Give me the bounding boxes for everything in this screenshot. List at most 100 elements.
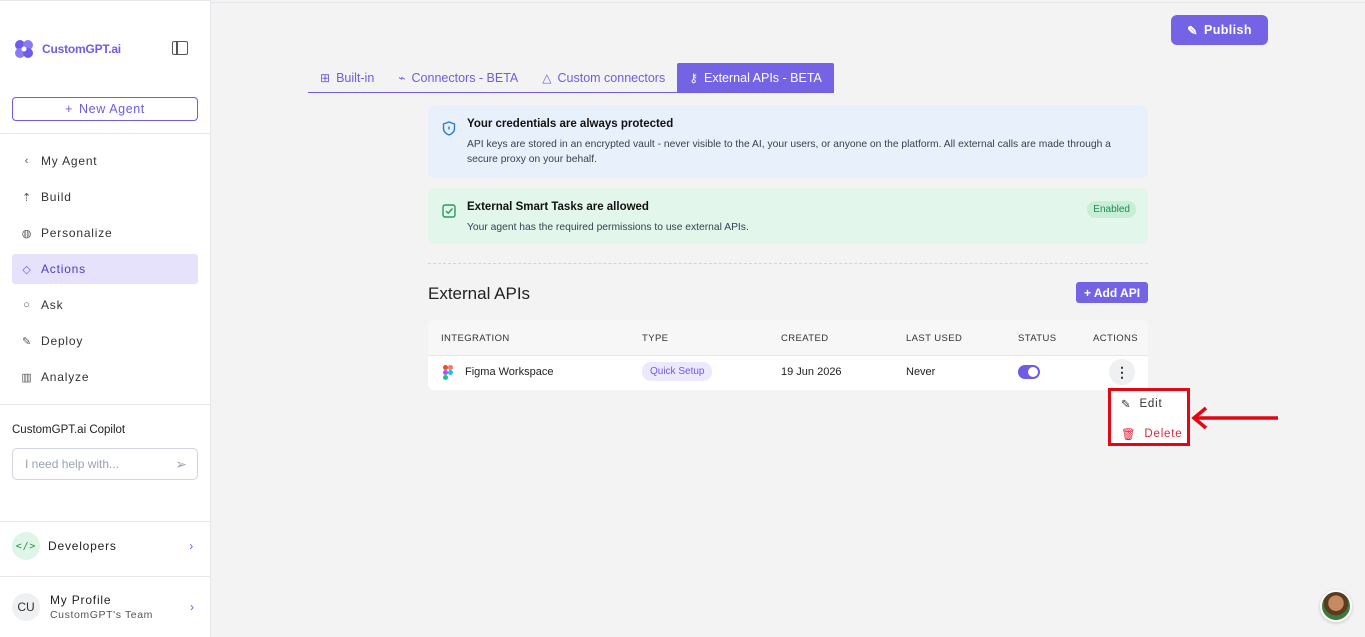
palette-icon: ◍ xyxy=(21,227,33,240)
row-actions-menu: ✎ Edit 🗑 Delete xyxy=(1108,388,1190,446)
copilot-input[interactable]: I need help with... ➢ xyxy=(12,448,198,480)
annotation-arrow-icon xyxy=(1191,406,1278,430)
code-icon: </> xyxy=(12,532,40,560)
support-avatar[interactable] xyxy=(1320,590,1352,622)
more-actions-icon[interactable]: ⋮ xyxy=(1109,359,1135,385)
chevron-right-icon: › xyxy=(190,600,194,614)
divider xyxy=(0,521,210,522)
table-header: INTEGRATION TYPE CREATED LAST USED STATU… xyxy=(428,320,1148,356)
section-title: External APIs xyxy=(428,284,531,303)
delete-menu-item[interactable]: 🗑 Delete xyxy=(1121,427,1182,441)
avatar: CU xyxy=(12,593,40,621)
credentials-title: Your credentials are always protected xyxy=(467,118,674,130)
new-agent-label: New Agent xyxy=(79,102,145,116)
column-header: ACTIONS xyxy=(1093,333,1139,344)
sidebar: CustomGPT.ai + New Agent ‹ My Agent ⇡ Bu… xyxy=(0,0,211,637)
column-header: STATUS xyxy=(1018,333,1057,344)
edit-menu-item[interactable]: ✎ Edit xyxy=(1121,397,1162,411)
rocket-icon: ✎ xyxy=(1187,23,1198,38)
sidebar-item-label: Deploy xyxy=(41,334,84,348)
add-api-button[interactable]: + Add API xyxy=(1076,282,1148,303)
chevron-left-icon: ‹ xyxy=(24,155,30,167)
sidebar-collapse-icon[interactable] xyxy=(172,41,188,55)
status-toggle[interactable] xyxy=(1018,365,1040,379)
profile-name: My Profile xyxy=(50,593,112,607)
tab-custom-connectors[interactable]: △ Custom connectors xyxy=(530,63,677,92)
back-to-my-agent[interactable]: ‹ My Agent xyxy=(12,146,198,176)
sidebar-item-deploy[interactable]: ✎ Deploy xyxy=(12,326,198,356)
edit-label: Edit xyxy=(1139,398,1163,410)
grid-icon: ⊞ xyxy=(320,70,331,85)
rocket-icon: ✎ xyxy=(21,335,33,348)
sidebar-item-label: Build xyxy=(41,190,72,204)
checkbox-icon xyxy=(442,204,456,218)
actions-icon: ◇ xyxy=(22,263,32,276)
shapes-icon: △ xyxy=(542,70,552,85)
tab-label: Built-in xyxy=(336,70,375,85)
credentials-info-card: Your credentials are always protected AP… xyxy=(428,105,1148,178)
plug-icon: ⌁ xyxy=(398,70,406,85)
smart-tasks-title: External Smart Tasks are allowed xyxy=(467,201,649,213)
developers-label: Developers xyxy=(48,539,117,553)
brain-logo-icon xyxy=(15,40,33,58)
shield-icon xyxy=(442,121,456,136)
logo-text: CustomGPT.ai xyxy=(42,42,121,56)
divider xyxy=(0,133,210,134)
smart-tasks-card: External Smart Tasks are allowed Your ag… xyxy=(428,188,1148,244)
tab-external-apis[interactable]: ⚷ External APIs - BETA xyxy=(677,63,834,92)
sidebar-item-label: Analyze xyxy=(41,370,90,384)
back-label: My Agent xyxy=(41,154,98,168)
tab-connectors[interactable]: ⌁ Connectors - BETA xyxy=(386,63,530,92)
publish-button[interactable]: ✎ Publish xyxy=(1171,15,1268,45)
tab-label: External APIs - BETA xyxy=(704,70,822,85)
pencil-icon: ✎ xyxy=(1121,399,1132,411)
chevron-right-icon: › xyxy=(189,539,194,553)
status-badge: Enabled xyxy=(1087,201,1136,218)
tab-built-in[interactable]: ⊞ Built-in xyxy=(308,63,386,92)
sidebar-item-label: Ask xyxy=(41,298,64,312)
send-icon[interactable]: ➢ xyxy=(175,456,187,473)
last-used: Never xyxy=(906,366,936,378)
copilot-title: CustomGPT.ai Copilot xyxy=(12,424,126,436)
type-badge: Quick Setup xyxy=(642,362,713,381)
build-icon: ⇡ xyxy=(21,191,33,204)
logo[interactable]: CustomGPT.ai xyxy=(12,37,121,61)
key-icon: ⚷ xyxy=(689,70,698,85)
external-apis-table: INTEGRATION TYPE CREATED LAST USED STATU… xyxy=(428,320,1148,390)
column-header: TYPE xyxy=(642,333,669,344)
credentials-body: API keys are stored in an encrypted vaul… xyxy=(467,139,1111,165)
developers-link[interactable]: </> Developers › xyxy=(12,532,198,560)
tab-label: Custom connectors xyxy=(557,70,666,85)
column-header: CREATED xyxy=(781,333,829,344)
divider xyxy=(0,576,210,577)
new-agent-button[interactable]: + New Agent xyxy=(12,97,198,121)
divider xyxy=(0,404,210,405)
chat-icon: ○ xyxy=(23,299,31,311)
trash-icon: 🗑 xyxy=(1121,429,1137,441)
table-row: Figma Workspace Quick Setup 19 Jun 2026 … xyxy=(428,356,1148,390)
tab-label: Connectors - BETA xyxy=(411,70,519,85)
chart-icon: ▥ xyxy=(21,371,33,384)
profile-link[interactable]: CU My Profile CustomGPT's Team › xyxy=(12,591,198,623)
divider xyxy=(428,263,1148,264)
sidebar-item-build[interactable]: ⇡ Build xyxy=(12,182,198,212)
copilot-placeholder: I need help with... xyxy=(25,457,120,471)
created-date: 19 Jun 2026 xyxy=(781,366,842,378)
sidebar-item-label: Actions xyxy=(41,262,86,276)
smart-tasks-body: Your agent has the required permissions … xyxy=(467,222,749,233)
delete-label: Delete xyxy=(1144,428,1183,440)
figma-icon xyxy=(443,365,453,380)
integration-name: Figma Workspace xyxy=(465,366,554,378)
publish-label: Publish xyxy=(1203,23,1252,37)
plus-icon: + xyxy=(65,102,74,116)
sidebar-item-label: Personalize xyxy=(41,226,113,240)
column-header: LAST USED xyxy=(906,333,963,344)
sidebar-item-ask[interactable]: ○ Ask xyxy=(12,290,198,320)
profile-team: CustomGPT's Team xyxy=(50,609,154,621)
top-border xyxy=(211,2,1365,3)
column-header: INTEGRATION xyxy=(441,333,510,344)
sidebar-item-analyze[interactable]: ▥ Analyze xyxy=(12,362,198,392)
sidebar-item-personalize[interactable]: ◍ Personalize xyxy=(12,218,198,248)
sidebar-item-actions[interactable]: ◇ Actions xyxy=(12,254,198,284)
tab-bar: ⊞ Built-in ⌁ Connectors - BETA △ Custom … xyxy=(308,63,834,93)
